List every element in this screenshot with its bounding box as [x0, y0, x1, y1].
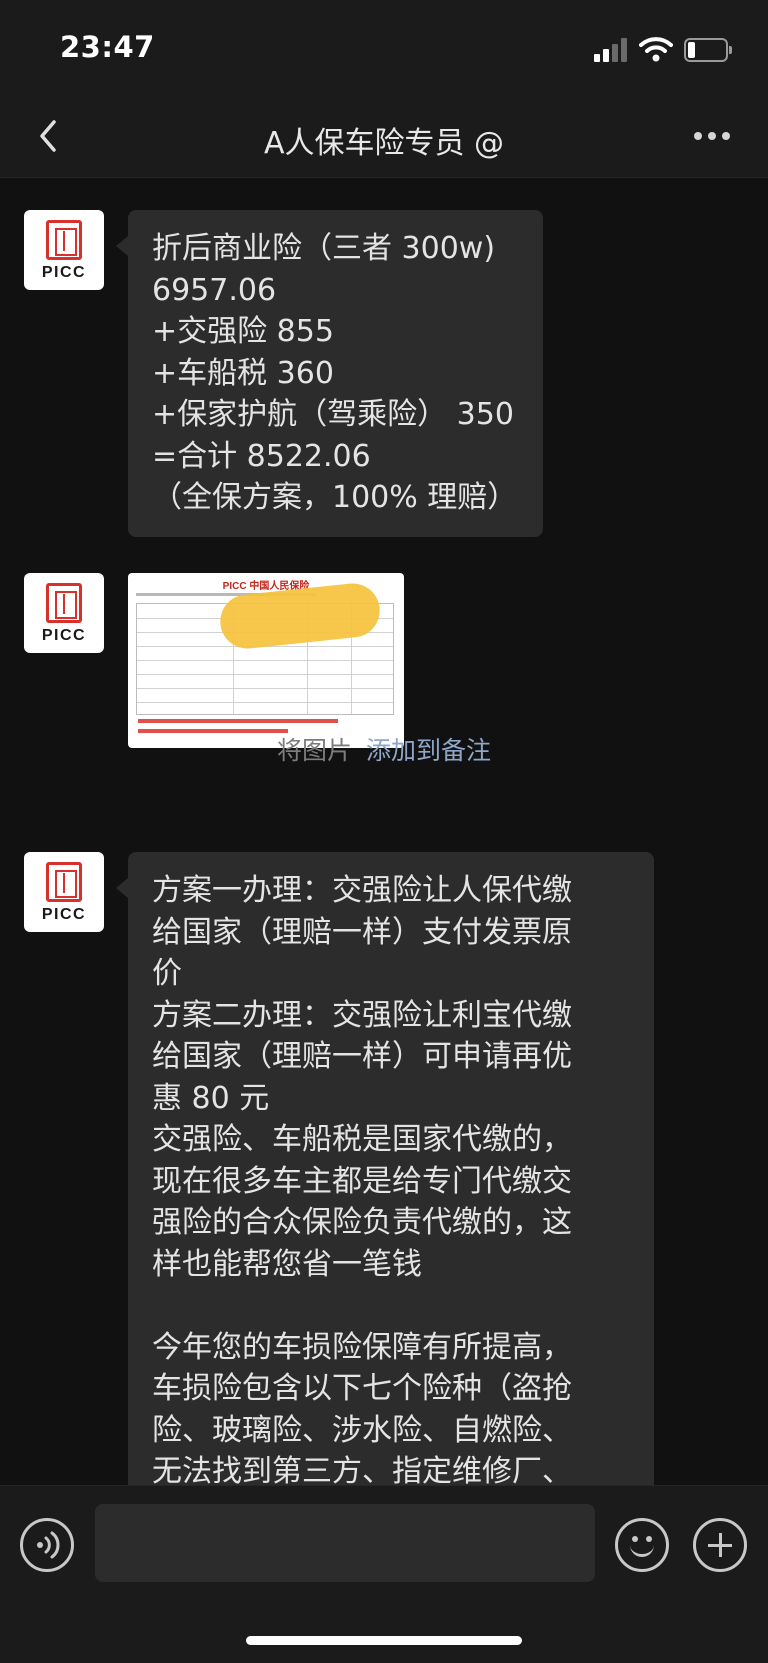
message-line: 方案一办理：交强险让人保代缴	[152, 873, 572, 908]
message-line: 价	[152, 956, 182, 991]
avatar-logo-text: PICC	[41, 627, 87, 644]
more-dots-icon[interactable]	[690, 126, 734, 146]
image-caption: 将图片 添加到备注	[0, 731, 768, 767]
message-line: ​	[152, 1285, 628, 1327]
message-line: +车船税 360	[152, 355, 334, 391]
message-line: 交强险、车船税是国家代缴的，	[152, 1122, 572, 1157]
nav-bar: A人保车险专员 @	[0, 96, 768, 178]
message-line: +保家护航（驾乘险） 350	[152, 397, 514, 432]
avatar-logo-text: PICC	[41, 264, 87, 281]
message-bubble[interactable]: 方案一办理：交强险让人保代缴 给国家（理赔一样）支付发票原 价 方案二办理：交强…	[116, 852, 654, 1485]
plus-icon[interactable]	[693, 1518, 747, 1572]
input-bar	[0, 1485, 768, 1663]
status-bar: 23:47	[0, 0, 768, 96]
chat-title: A人保车险专员 @	[263, 126, 505, 161]
image-message[interactable]: PICC 中国人民保险	[128, 573, 404, 748]
message-line: 强险的合众保险负责代缴的，这	[152, 1205, 572, 1240]
message-line: 惠 80 元	[152, 1080, 270, 1116]
battery-icon	[684, 38, 732, 62]
sender-avatar[interactable]: PICC	[24, 210, 104, 290]
wifi-icon	[639, 37, 673, 62]
sender-avatar[interactable]: PICC	[24, 852, 104, 932]
message-line: （全保方案，100% 理赔）	[152, 480, 518, 515]
avatar-logo-text: PICC	[41, 906, 87, 923]
message-line: 无法找到第三方、指定维修厂、	[152, 1454, 572, 1485]
picc-logo-icon	[46, 862, 82, 902]
message-input[interactable]	[95, 1504, 595, 1582]
add-to-notes-link[interactable]: 添加到备注	[366, 736, 491, 765]
message-line: 折后商业险（三者 300w)	[152, 231, 496, 266]
message-line: 样也能帮您省一笔钱	[152, 1246, 422, 1282]
message-line: 今年您的车损险保障有所提高，	[152, 1329, 572, 1365]
picc-logo-icon	[46, 220, 82, 260]
message-line: 6957.06	[152, 272, 277, 308]
status-time: 23:47	[60, 30, 155, 64]
picc-logo-icon	[46, 583, 82, 623]
message-line: 方案二办理：交强险让利宝代缴	[152, 997, 572, 1033]
emoji-icon[interactable]	[615, 1518, 669, 1572]
home-indicator	[246, 1636, 522, 1645]
message-line: 给国家（理赔一样）可申请再优	[152, 1039, 572, 1074]
sender-avatar[interactable]: PICC	[24, 573, 104, 653]
message-line: 险、玻璃险、涉水险、自燃险、	[152, 1412, 572, 1448]
message-line: 现在很多车主都是给专门代缴交	[152, 1163, 572, 1199]
message-line: +交强险 855	[152, 314, 334, 349]
voice-icon[interactable]	[20, 1518, 74, 1572]
image-caption-label: 将图片	[276, 736, 352, 765]
message-bubble[interactable]: 折后商业险（三者 300w) 6957.06 +交强险 855 +车船税 360…	[115, 210, 544, 537]
message-line: 给国家（理赔一样）支付发票原	[152, 914, 572, 950]
message-line: 车损险包含以下七个险种（盗抢	[152, 1371, 572, 1406]
message-line: =合计 8522.06	[152, 438, 371, 474]
cellular-signal-icon	[594, 38, 630, 62]
chat-messages[interactable]: PICC 折后商业险（三者 300w) 6957.06 +交强险 855 +车船…	[0, 178, 768, 1485]
